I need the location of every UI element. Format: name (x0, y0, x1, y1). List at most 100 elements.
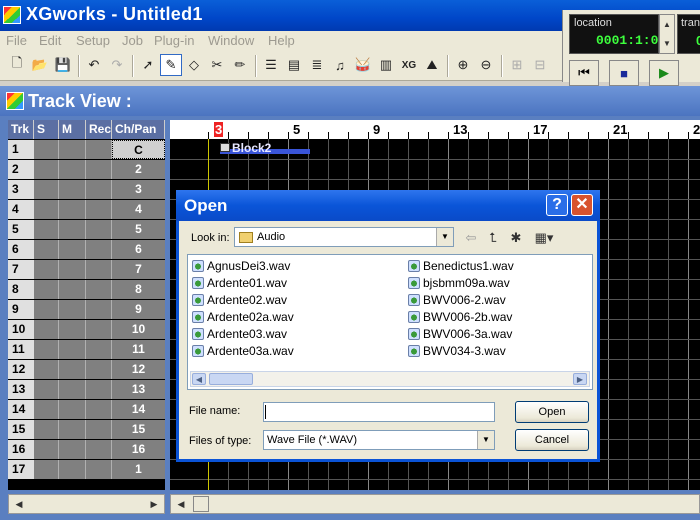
track-row[interactable]: 17 1 (8, 460, 165, 480)
solo-cell[interactable] (34, 140, 59, 159)
new-file-icon[interactable]: 🗋 (6, 54, 28, 76)
solo-cell[interactable] (34, 440, 59, 459)
file-name-input[interactable] (263, 402, 495, 422)
mute-cell[interactable] (59, 280, 86, 299)
menu-file[interactable]: File (6, 33, 27, 48)
pencil-tool-icon[interactable]: ✎ (160, 54, 182, 76)
solo-cell[interactable] (34, 220, 59, 239)
solo-cell[interactable] (34, 460, 59, 479)
solo-cell[interactable] (34, 420, 59, 439)
mute-cell[interactable] (59, 420, 86, 439)
mute-cell[interactable] (59, 200, 86, 219)
solo-cell[interactable] (34, 360, 59, 379)
solo-cell[interactable] (34, 340, 59, 359)
file-item[interactable]: BWV006-3a.wav (408, 327, 512, 341)
play-button[interactable]: ▶ (649, 60, 679, 86)
channel-cell[interactable]: 6 (112, 240, 165, 259)
file-type-dropdown[interactable]: Wave File (*.WAV) ▼ (263, 430, 495, 450)
channel-cell[interactable]: 14 (112, 400, 165, 419)
file-scroll-right-icon[interactable]: ▶ (573, 373, 587, 385)
menu-help[interactable]: Help (268, 33, 295, 48)
rec-cell[interactable] (86, 360, 112, 379)
mute-cell[interactable] (59, 260, 86, 279)
scissors-tool-icon[interactable]: ✂ (206, 54, 228, 76)
timeline-scrollbar[interactable]: ◀ (170, 494, 700, 514)
timeline-scroll-thumb[interactable] (193, 496, 209, 512)
menu-edit[interactable]: Edit (39, 33, 61, 48)
file-list[interactable]: AgnusDei3.wav Ardente01.wav Ardente02.wav A… (187, 254, 593, 390)
zoom-out-icon[interactable]: ⊖ (475, 54, 497, 76)
mute-cell[interactable] (59, 440, 86, 459)
channel-cell[interactable]: 3 (112, 180, 165, 199)
channel-cell[interactable]: 10 (112, 320, 165, 339)
event-list-icon[interactable]: ≣ (306, 54, 328, 76)
track-row[interactable]: 44 (8, 200, 165, 220)
close-button[interactable]: ✕ (571, 194, 593, 216)
mute-cell[interactable] (59, 160, 86, 179)
track-row[interactable]: 16 16 (8, 440, 165, 460)
rec-cell[interactable] (86, 340, 112, 359)
track-row[interactable]: 33 (8, 180, 165, 200)
solo-cell[interactable] (34, 280, 59, 299)
channel-cell[interactable]: 5 (112, 220, 165, 239)
track-list-scrollbar[interactable]: ◀ ▶ (8, 494, 165, 514)
track-row[interactable]: 13 13 (8, 380, 165, 400)
file-item[interactable]: bjsbmm09a.wav (408, 276, 510, 290)
channel-cell[interactable]: 15 (112, 420, 165, 439)
pointer-tool-icon[interactable]: ➚ (137, 54, 159, 76)
file-item[interactable]: Ardente02a.wav (192, 310, 294, 324)
solo-cell[interactable] (34, 160, 59, 179)
open-button[interactable]: Open (515, 401, 589, 423)
mute-cell[interactable] (59, 180, 86, 199)
file-item[interactable]: Ardente03a.wav (192, 344, 294, 358)
channel-cell[interactable]: 4 (112, 200, 165, 219)
location-spinner[interactable]: ▲ ▼ (659, 14, 675, 54)
solo-cell[interactable] (34, 380, 59, 399)
stop-button[interactable]: ■ (609, 60, 639, 86)
channel-cell[interactable]: 13 (112, 380, 165, 399)
look-in-dropdown[interactable]: Audio ▼ (234, 227, 454, 247)
drum-icon[interactable]: 🥁 (352, 54, 374, 76)
file-item[interactable]: Ardente01.wav (192, 276, 287, 290)
help-button[interactable]: ? (546, 194, 568, 216)
track-row[interactable]: 15 15 (8, 420, 165, 440)
eraser-tool-icon[interactable]: ◇ (183, 54, 205, 76)
open-folder-icon[interactable]: 📂 (29, 54, 51, 76)
channel-cell[interactable]: 11 (112, 340, 165, 359)
track-row[interactable]: 77 (8, 260, 165, 280)
file-list-scrollbar[interactable]: ◀ ▶ (190, 371, 590, 387)
track-row[interactable]: 55 (8, 220, 165, 240)
mute-cell[interactable] (59, 460, 86, 479)
channel-cell[interactable]: 12 (112, 360, 165, 379)
up-folder-icon[interactable]: ⮤ (484, 229, 502, 247)
file-scroll-thumb[interactable] (209, 373, 253, 385)
solo-cell[interactable] (34, 180, 59, 199)
mute-cell[interactable] (59, 240, 86, 259)
file-item[interactable]: Ardente03.wav (192, 327, 287, 341)
marker-tool-icon[interactable]: ✏ (229, 54, 251, 76)
menu-setup[interactable]: Setup (76, 33, 110, 48)
block-clip[interactable]: Block2 (220, 141, 310, 155)
solo-cell[interactable] (34, 200, 59, 219)
rec-cell[interactable] (86, 280, 112, 299)
track-row[interactable]: 14 14 (8, 400, 165, 420)
redo-icon[interactable]: ↷ (106, 54, 128, 76)
mute-cell[interactable] (59, 300, 86, 319)
file-item[interactable]: Benedictus1.wav (408, 259, 514, 273)
rec-cell[interactable] (86, 160, 112, 179)
rec-cell[interactable] (86, 440, 112, 459)
zoom-v-icon[interactable]: ⊟ (529, 54, 551, 76)
file-item[interactable]: Ardente02.wav (192, 293, 287, 307)
file-item[interactable]: BWV006-2.wav (408, 293, 506, 307)
track-row[interactable]: 12 12 (8, 360, 165, 380)
mute-cell[interactable] (59, 320, 86, 339)
track-row[interactable]: 11 11 (8, 340, 165, 360)
zoom-h-icon[interactable]: ⊞ (506, 54, 528, 76)
xg-editor-icon[interactable]: XG (398, 54, 420, 76)
scroll-left-icon[interactable]: ◀ (11, 496, 27, 512)
zoom-in-icon[interactable]: ⊕ (452, 54, 474, 76)
file-item[interactable]: AgnusDei3.wav (192, 259, 290, 273)
file-type-chevron-down-icon[interactable]: ▼ (477, 431, 494, 449)
mute-cell[interactable] (59, 380, 86, 399)
rec-cell[interactable] (86, 240, 112, 259)
